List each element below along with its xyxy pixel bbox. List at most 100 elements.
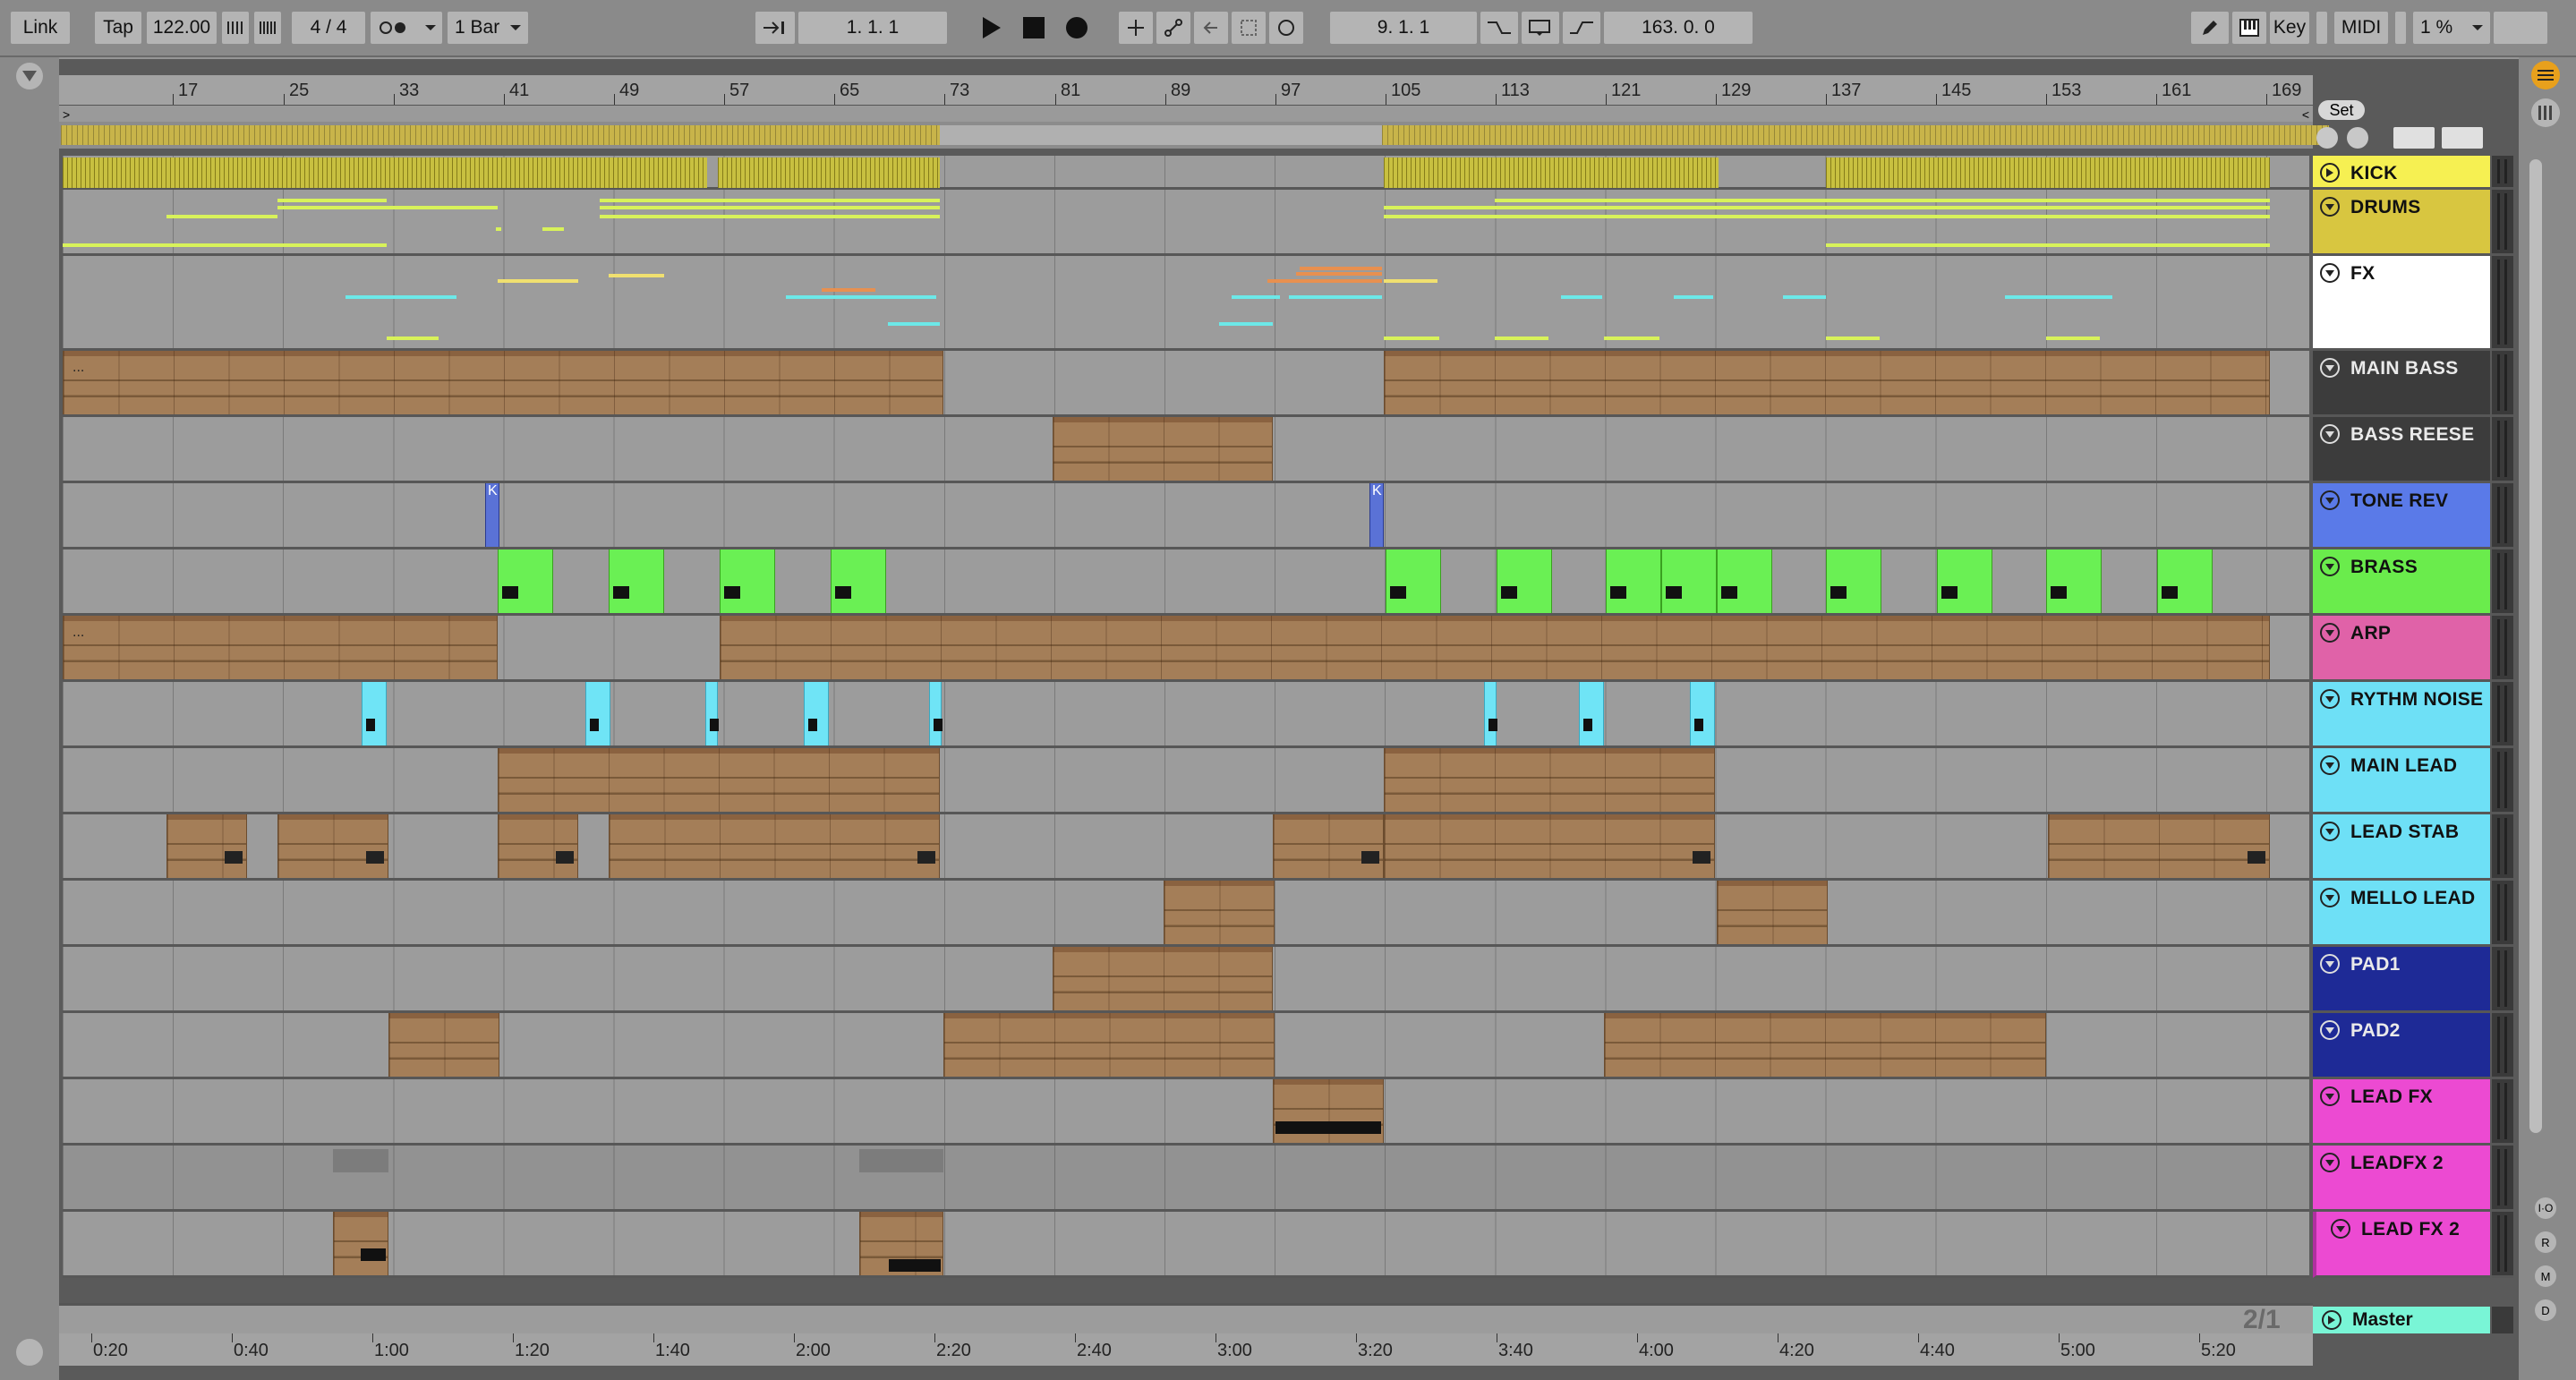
fold-triangle-icon[interactable] (2320, 888, 2340, 907)
midi-clip[interactable] (1826, 158, 2270, 188)
track-lane-leadfx-2[interactable] (63, 1146, 2309, 1212)
fold-triangle-icon[interactable] (2320, 1020, 2340, 1040)
group-clip-overview[interactable] (333, 1149, 388, 1172)
quantize-menu[interactable]: 1 Bar (448, 12, 528, 44)
automation-arm-icon[interactable] (1156, 12, 1190, 44)
arrangement-position-field[interactable]: 1. 1. 1 (798, 12, 947, 44)
clip[interactable] (720, 549, 775, 613)
computer-midi-keyboard-button[interactable] (2232, 12, 2266, 44)
loop-start-marker-icon[interactable]: > (63, 107, 70, 122)
midi-clip[interactable] (63, 158, 707, 188)
clip[interactable] (943, 1013, 1275, 1077)
record-button[interactable] (1060, 12, 1094, 44)
track-header-tone-rev[interactable]: TONE REV (2313, 483, 2490, 549)
track-lane-pad1[interactable] (63, 947, 2309, 1013)
time-signature-field[interactable]: 4 / 4 (292, 12, 365, 44)
clip[interactable]: ... (63, 616, 498, 679)
loop-length-field[interactable]: 163. 0. 0 (1604, 12, 1753, 44)
lock-icon[interactable] (2442, 127, 2483, 149)
fold-triangle-icon[interactable] (2320, 755, 2340, 775)
punch-out-icon[interactable] (1563, 12, 1600, 44)
clip[interactable] (166, 814, 247, 878)
clip[interactable] (720, 616, 2270, 679)
clip[interactable] (277, 814, 388, 878)
clip[interactable] (498, 748, 940, 812)
clip[interactable] (362, 682, 387, 745)
metronome-menu[interactable] (371, 12, 442, 44)
clip[interactable] (1384, 748, 1715, 812)
group-clip-overview[interactable] (859, 1149, 943, 1172)
nudge-up-icon[interactable] (254, 12, 281, 44)
midi-clip[interactable] (1384, 158, 1719, 188)
fold-triangle-icon[interactable] (2320, 424, 2340, 444)
clip[interactable] (1053, 417, 1273, 481)
clip[interactable] (705, 682, 719, 745)
clip[interactable] (609, 814, 940, 878)
track-lane-tone-rev[interactable]: KK (63, 483, 2309, 549)
capture-icon[interactable] (1232, 12, 1266, 44)
fold-triangle-icon[interactable] (2320, 954, 2340, 974)
track-lane-lead-fx[interactable] (63, 1079, 2309, 1146)
help-view-toggle-icon[interactable] (16, 1339, 43, 1366)
mixer-toggle-icon[interactable] (2531, 98, 2560, 127)
clip[interactable] (333, 1212, 388, 1275)
io-toggle-icon[interactable]: I·O (2535, 1197, 2556, 1219)
clip[interactable] (498, 549, 553, 613)
draw-mode-button[interactable] (2191, 12, 2229, 44)
clip[interactable] (831, 549, 886, 613)
track-header-main-lead[interactable]: MAIN LEAD (2313, 748, 2490, 814)
fold-triangle-icon[interactable] (2320, 1086, 2340, 1106)
clip[interactable] (388, 1013, 499, 1077)
track-header-lead-fx[interactable]: LEAD FX (2313, 1079, 2490, 1146)
clip[interactable] (1386, 549, 1441, 613)
clip[interactable] (1384, 814, 1715, 878)
track-lane-fx[interactable] (63, 256, 2309, 351)
fold-triangle-icon[interactable] (2320, 623, 2340, 643)
track-header-lead-stab[interactable]: LEAD STAB (2313, 814, 2490, 881)
track-header-arp[interactable]: ARP (2313, 616, 2490, 682)
overdub-icon[interactable] (1119, 12, 1153, 44)
fold-triangle-icon[interactable] (2320, 557, 2340, 576)
tempo-field[interactable]: 122.00 (147, 12, 217, 44)
clip[interactable] (1579, 682, 1604, 745)
track-header-lead-fx-2[interactable]: LEAD FX 2 (2313, 1212, 2490, 1278)
clip[interactable] (1053, 947, 1273, 1010)
fold-triangle-icon[interactable] (2320, 822, 2340, 841)
clip[interactable] (585, 682, 610, 745)
set-locator-button[interactable]: Set (2318, 100, 2365, 120)
cpu-meter[interactable]: 1 % (2413, 12, 2490, 44)
clip[interactable] (2048, 814, 2270, 878)
clip[interactable] (1826, 549, 1881, 613)
clip[interactable] (859, 1212, 943, 1275)
overview-clip[interactable] (61, 125, 940, 145)
stop-button[interactable] (1017, 12, 1051, 44)
group-fold-icon[interactable] (2320, 263, 2340, 283)
master-track-header[interactable]: Master (2313, 1307, 2490, 1333)
fold-triangle-icon[interactable] (2320, 689, 2340, 709)
play-icon[interactable] (2320, 163, 2340, 183)
follow-icon[interactable] (755, 12, 795, 44)
loop-end-marker-icon[interactable]: < (2302, 107, 2309, 122)
clip[interactable] (609, 549, 664, 613)
clip[interactable] (1661, 549, 1717, 613)
overview-clip[interactable] (1382, 125, 2329, 145)
previous-locator-icon[interactable] (2316, 127, 2338, 149)
loop-start-field[interactable]: 9. 1. 1 (1330, 12, 1477, 44)
key-map-button[interactable]: Key (2270, 12, 2309, 44)
fold-triangle-icon[interactable] (2320, 490, 2340, 510)
clip[interactable] (1717, 549, 1772, 613)
loop-brace[interactable]: > < (59, 106, 2313, 122)
link-button[interactable]: Link (11, 12, 70, 44)
beat-time-ruler[interactable]: 17 25 33 41 49 57 65 73 81 89 97 105 113 121 129 137 145… (59, 75, 2313, 106)
clip[interactable] (1273, 814, 1384, 878)
midi-map-button[interactable]: MIDI (2334, 12, 2388, 44)
group-fold-icon[interactable] (2320, 197, 2340, 217)
track-lane-arp[interactable]: ... (63, 616, 2309, 682)
track-lane-lead-stab[interactable] (63, 814, 2309, 881)
track-header-pad1[interactable]: PAD1 (2313, 947, 2490, 1013)
track-header-pad2[interactable]: PAD2 (2313, 1013, 2490, 1079)
expand-icon[interactable] (2393, 127, 2435, 149)
track-header-fx[interactable]: FX (2313, 256, 2490, 351)
clip[interactable]: ... (63, 351, 943, 414)
clip[interactable] (1604, 1013, 2046, 1077)
